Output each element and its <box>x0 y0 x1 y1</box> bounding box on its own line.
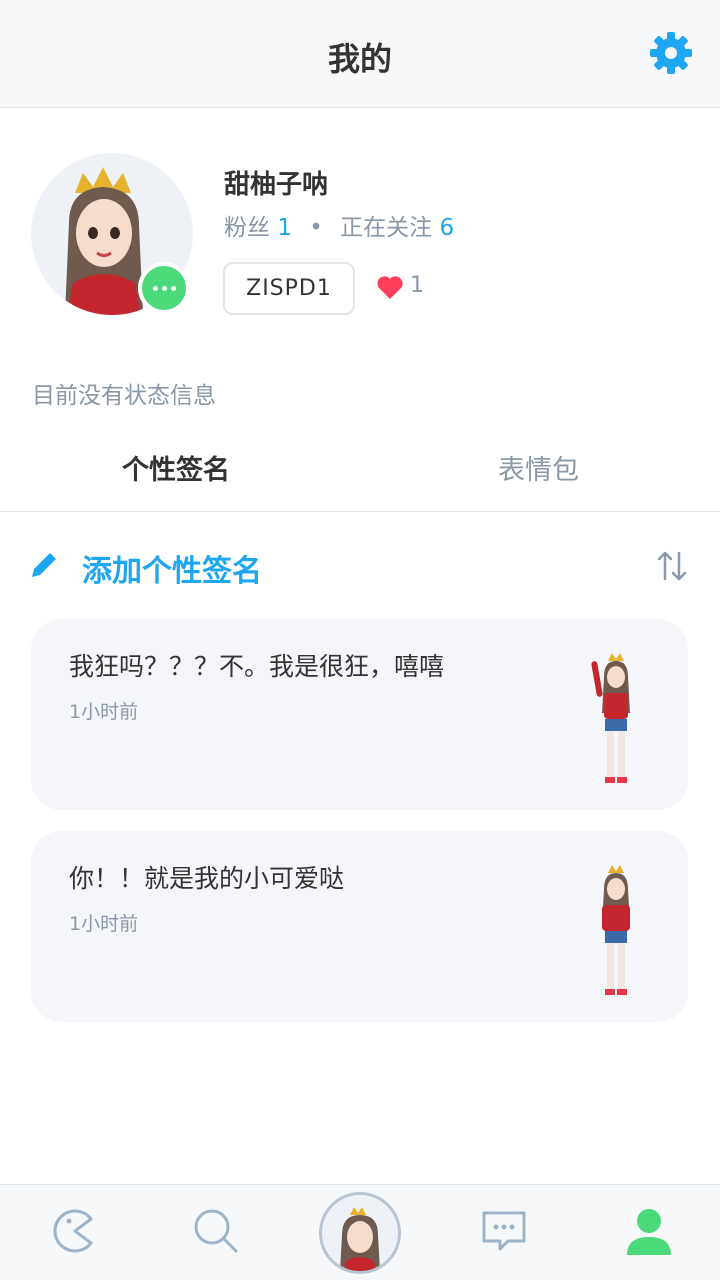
stats-separator: • <box>309 215 323 241</box>
following-count[interactable]: 6 <box>439 215 454 241</box>
signature-time: 1小时前 <box>69 913 139 935</box>
username: 甜柚子呐 <box>224 170 329 200</box>
gear-icon[interactable] <box>648 30 694 76</box>
page-title: 我的 <box>327 40 392 78</box>
follow-stats: 粉丝 1 • 正在关注 6 <box>224 208 454 242</box>
signature-text: 我狂吗？？？不。我是很狂，嘻嘻 <box>69 652 445 681</box>
pencil-icon[interactable] <box>28 549 60 581</box>
avatar-figure-icon <box>591 653 630 783</box>
search-icon[interactable] <box>190 1205 242 1257</box>
chat-badge-icon[interactable] <box>138 262 190 314</box>
following-label: 正在关注 <box>340 215 433 241</box>
pacman-icon[interactable] <box>47 1205 99 1257</box>
user-id-chip[interactable]: ZISPD1 <box>223 262 355 315</box>
avatar-icon[interactable] <box>319 1192 401 1274</box>
top-bar: 我的 <box>0 0 720 108</box>
signature-card[interactable]: 你！！就是我的小可爱哒 1小时前 <box>31 831 688 1022</box>
signature-text: 你！！就是我的小可爱哒 <box>69 864 345 893</box>
sort-icon[interactable] <box>656 549 688 583</box>
chat-icon[interactable] <box>478 1205 530 1257</box>
signature-card[interactable]: 我狂吗？？？不。我是很狂，嘻嘻 1小时前 <box>31 619 688 810</box>
profile-icon[interactable] <box>623 1205 675 1257</box>
add-signature-button[interactable]: 添加个性签名 <box>82 546 262 590</box>
tab-signature[interactable]: 个性签名 <box>122 448 230 487</box>
likes-count: 1 <box>410 273 424 298</box>
bottom-nav <box>0 1184 720 1280</box>
fans-label: 粉丝 <box>224 215 270 241</box>
fans-count[interactable]: 1 <box>277 215 292 241</box>
status-text[interactable]: 目前没有状态信息 <box>32 376 216 410</box>
heart-icon <box>377 276 403 299</box>
avatar-figure-icon <box>602 865 630 995</box>
signature-time: 1小时前 <box>69 701 139 723</box>
divider <box>0 511 720 512</box>
tab-stickers[interactable]: 表情包 <box>498 448 579 487</box>
